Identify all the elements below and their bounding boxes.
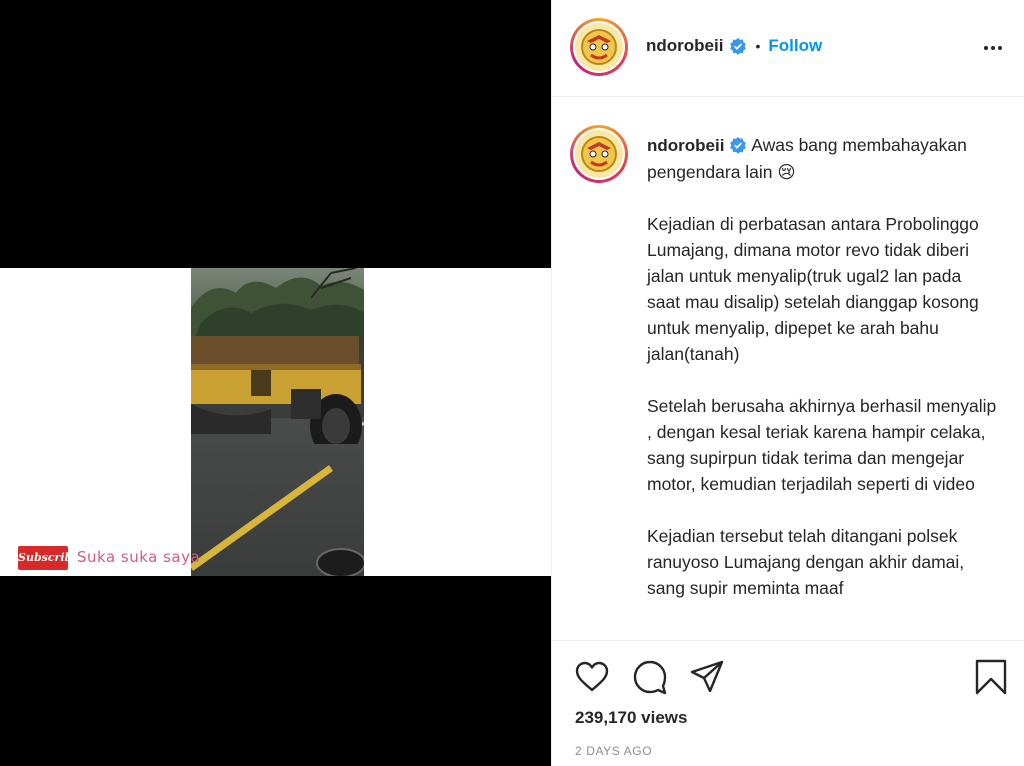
heart-icon[interactable] [574, 659, 610, 695]
verified-badge-icon [730, 37, 747, 55]
video-frame-image [191, 268, 364, 576]
subscribe-badge: Subscribe [18, 546, 79, 570]
caption-username[interactable]: ndorobeii [647, 136, 724, 155]
caption-area[interactable]: ndorobeii Awas bang membahayakan pengend… [552, 98, 1024, 640]
post-media[interactable]: Subscribe Suka suka saya [0, 0, 551, 766]
header-username[interactable]: ndorobeii [646, 36, 723, 56]
post-header: ndorobeii • Follow [552, 0, 1024, 97]
post-actions: 239,170 views 2 DAYS AGO [552, 640, 1024, 766]
post-caption: ndorobeii Awas bang membahayakan pengend… [647, 132, 997, 601]
video-watermark: Suka suka saya [77, 548, 201, 566]
comment-icon[interactable] [632, 659, 668, 695]
follow-button[interactable]: Follow [768, 36, 822, 56]
more-options-icon[interactable] [981, 36, 1005, 60]
video-player[interactable]: Subscribe Suka suka saya [0, 268, 551, 576]
view-count[interactable]: 239,170 views [575, 708, 687, 728]
caption-text: Awas bang membahayakan pengendara lain 😢… [647, 135, 997, 598]
avatar[interactable] [570, 18, 628, 76]
post-timestamp[interactable]: 2 DAYS AGO [575, 744, 652, 758]
share-icon[interactable] [689, 659, 725, 695]
verified-badge-icon [730, 136, 747, 154]
caption-avatar[interactable] [570, 125, 628, 183]
separator-dot: • [755, 38, 761, 54]
post-sidebar: ndorobeii • Follow ndorobeii Awas bang m… [551, 0, 1024, 766]
bookmark-icon[interactable] [973, 659, 1009, 695]
